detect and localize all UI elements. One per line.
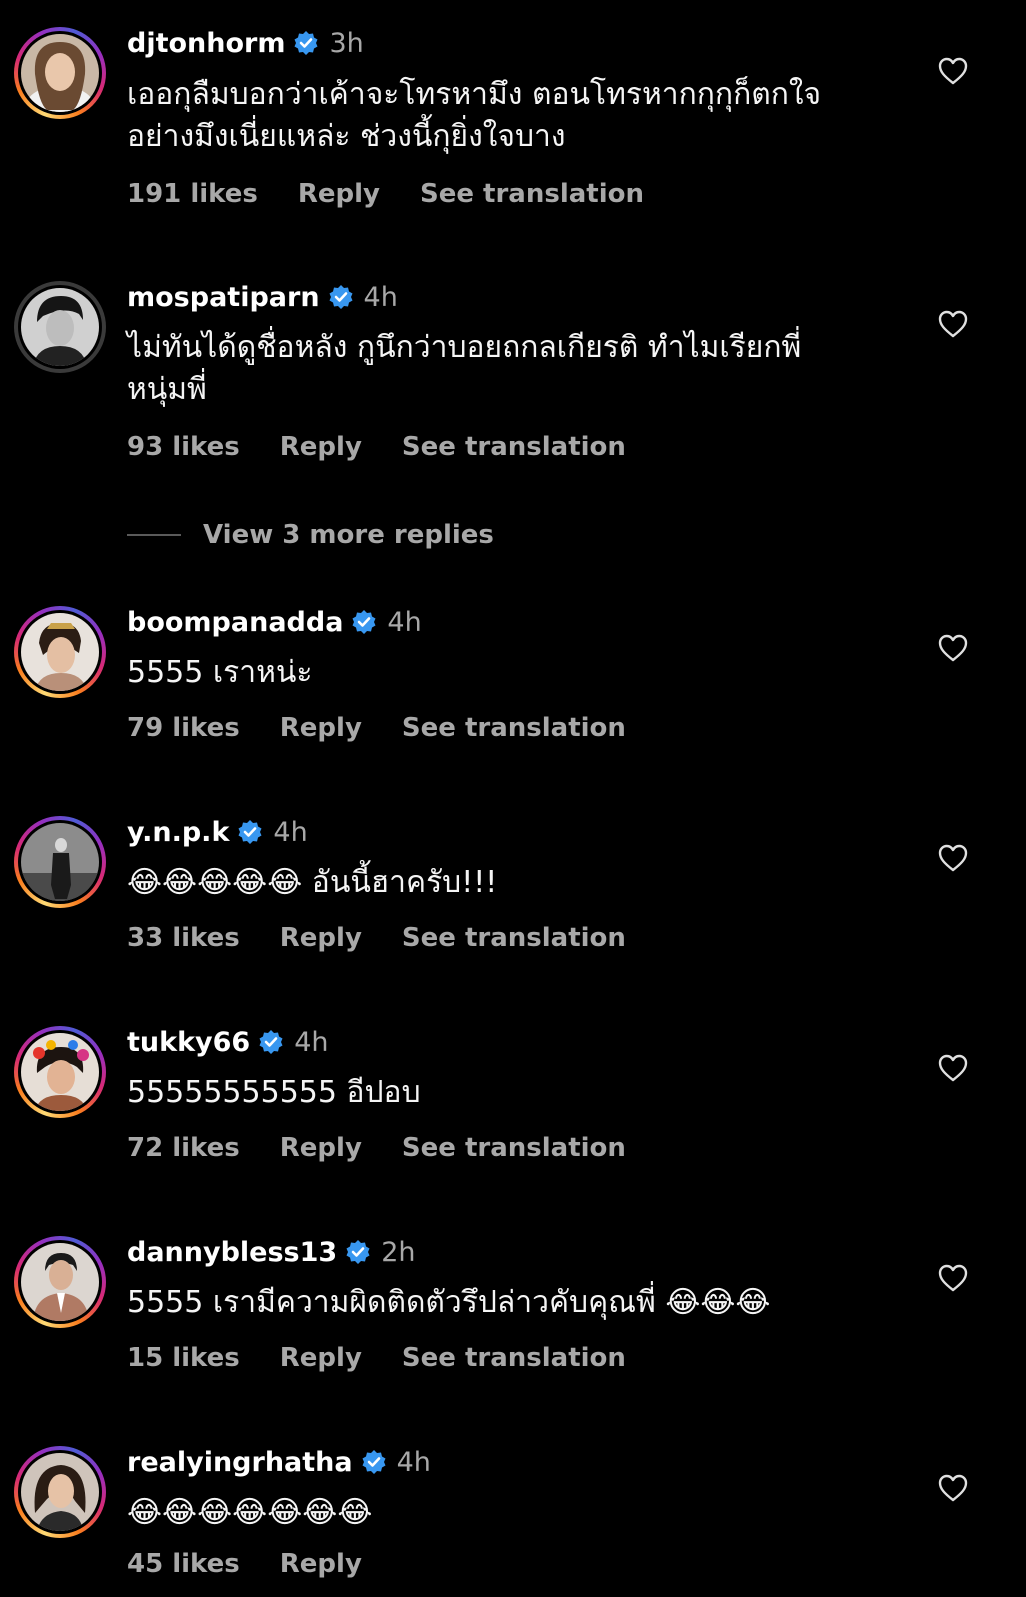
comment-text-line: 55555555555 อีปอบ xyxy=(127,1075,421,1110)
comment-text-line: 5555 เราหน่ะ xyxy=(127,655,313,690)
heart-icon[interactable] xyxy=(938,634,968,662)
comment-text-line: 😂😂😂😂😂😂😂 xyxy=(127,1495,373,1530)
comment-username[interactable]: y.n.p.k xyxy=(127,817,229,848)
comment-time: 3h xyxy=(329,27,364,59)
likes-count[interactable]: 191 likes xyxy=(127,179,258,209)
heart-icon[interactable] xyxy=(938,1264,968,1292)
likes-count[interactable]: 33 likes xyxy=(127,923,240,953)
verified-badge-icon xyxy=(346,1240,370,1264)
view-more-replies-label: View 3 more replies xyxy=(203,520,494,550)
comment-text: 5555 เราหน่ะ xyxy=(127,652,887,694)
comment-username[interactable]: boompanadda xyxy=(127,607,343,638)
see-translation-button[interactable]: See translation xyxy=(402,923,626,953)
comment-text-line: หนุ่มพี่ xyxy=(127,372,207,407)
likes-count[interactable]: 15 likes xyxy=(127,1343,240,1373)
reply-button[interactable]: Reply xyxy=(298,179,380,209)
reply-button[interactable]: Reply xyxy=(280,432,362,462)
comment-username[interactable]: tukky66 xyxy=(127,1027,250,1058)
comment-time: 4h xyxy=(363,281,398,313)
see-translation-button[interactable]: See translation xyxy=(402,1133,626,1163)
comment-time: 4h xyxy=(387,606,422,638)
see-translation-button[interactable]: See translation xyxy=(402,713,626,743)
comment-text: 😂😂😂😂😂😂😂 xyxy=(127,1492,887,1534)
heart-icon[interactable] xyxy=(938,1474,968,1502)
comment-text-line: เออกุลืมบอกว่าเค้าจะโทรหามึง ตอนโทรหากกุ… xyxy=(127,77,822,112)
reply-button[interactable]: Reply xyxy=(280,713,362,743)
heart-icon[interactable] xyxy=(938,1054,968,1082)
likes-count[interactable]: 79 likes xyxy=(127,713,240,743)
avatar xyxy=(21,823,99,901)
avatar xyxy=(21,288,99,366)
likes-count[interactable]: 45 likes xyxy=(127,1549,240,1579)
comment-text-line: อย่างมึงเนี่ยแหล่ะ ช่วงนี้กุยิ่งใจบาง xyxy=(127,119,566,154)
avatar-story-ring[interactable] xyxy=(14,1446,106,1538)
see-translation-button[interactable]: See translation xyxy=(402,432,626,462)
comment-username[interactable]: dannybless13 xyxy=(127,1237,337,1268)
comment-text: ไม่ทันได้ดูชื่อหลัง กูนึกว่าบอยถกลเกียรต… xyxy=(127,327,887,411)
comment-time: 2h xyxy=(381,1236,416,1268)
avatar xyxy=(21,1243,99,1321)
comment-time: 4h xyxy=(396,1446,431,1478)
comment-time: 4h xyxy=(294,1026,329,1058)
verified-badge-icon xyxy=(238,820,262,844)
avatar-story-ring[interactable] xyxy=(14,281,106,373)
avatar xyxy=(21,34,99,112)
see-translation-button[interactable]: See translation xyxy=(402,1343,626,1373)
verified-badge-icon xyxy=(294,31,318,55)
heart-icon[interactable] xyxy=(938,844,968,872)
comment-time: 4h xyxy=(273,816,308,848)
avatar-story-ring[interactable] xyxy=(14,1236,106,1328)
likes-count[interactable]: 72 likes xyxy=(127,1133,240,1163)
avatar xyxy=(21,1033,99,1111)
comment-username[interactable]: djtonhorm xyxy=(127,28,285,59)
likes-count[interactable]: 93 likes xyxy=(127,432,240,462)
comment-username[interactable]: mospatiparn xyxy=(127,282,320,313)
verified-badge-icon xyxy=(362,1450,386,1474)
divider xyxy=(127,534,181,536)
comment-text: 5555 เรามีความผิดติดตัวรึปล่าวคับคุณพี่ … xyxy=(127,1282,887,1324)
reply-button[interactable]: Reply xyxy=(280,1549,362,1579)
see-translation-button[interactable]: See translation xyxy=(420,179,644,209)
verified-badge-icon xyxy=(352,610,376,634)
avatar-story-ring[interactable] xyxy=(14,606,106,698)
heart-icon[interactable] xyxy=(938,57,968,85)
avatar-story-ring[interactable] xyxy=(14,27,106,119)
comment-text: 😂😂😂😂😂 อันนี้ฮาครับ!!! xyxy=(127,862,887,904)
comment-text: เออกุลืมบอกว่าเค้าจะโทรหามึง ตอนโทรหากกุ… xyxy=(127,74,887,158)
avatar xyxy=(21,613,99,691)
heart-icon[interactable] xyxy=(938,310,968,338)
verified-badge-icon xyxy=(259,1030,283,1054)
comment-username[interactable]: realyingrhatha xyxy=(127,1447,353,1478)
comment-text-line: 😂😂😂😂😂 อันนี้ฮาครับ!!! xyxy=(127,865,498,900)
comment-text-line: ไม่ทันได้ดูชื่อหลัง กูนึกว่าบอยถกลเกียรต… xyxy=(127,330,802,365)
reply-button[interactable]: Reply xyxy=(280,1343,362,1373)
avatar xyxy=(21,1453,99,1531)
comment-text: 55555555555 อีปอบ xyxy=(127,1072,887,1114)
reply-button[interactable]: Reply xyxy=(280,923,362,953)
avatar-story-ring[interactable] xyxy=(14,816,106,908)
avatar-story-ring[interactable] xyxy=(14,1026,106,1118)
reply-button[interactable]: Reply xyxy=(280,1133,362,1163)
verified-badge-icon xyxy=(329,285,353,309)
comment-text-line: 5555 เรามีความผิดติดตัวรึปล่าวคับคุณพี่ … xyxy=(127,1285,771,1320)
view-more-replies-button[interactable]: View 3 more replies xyxy=(127,518,494,552)
